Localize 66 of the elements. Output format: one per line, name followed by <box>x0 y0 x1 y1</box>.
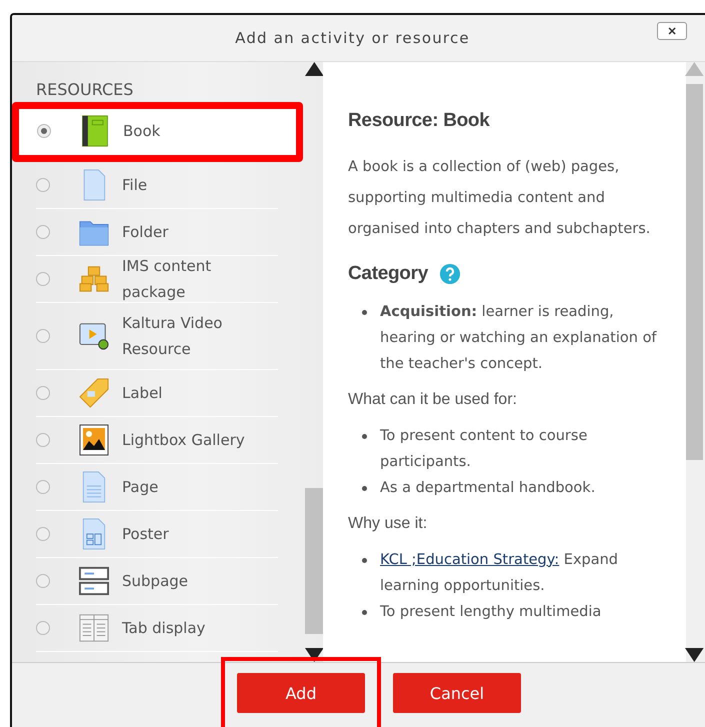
section-label: RESOURCES <box>36 80 134 101</box>
resource-option[interactable]: Lightbox Gallery <box>36 416 278 464</box>
resource-option[interactable]: Label <box>36 370 278 417</box>
table-icon <box>79 612 109 644</box>
bullet-icon <box>362 610 367 615</box>
help-icon[interactable] <box>440 264 460 284</box>
option-label: Folder <box>122 222 170 243</box>
scrollbar[interactable] <box>686 62 703 662</box>
radio-button[interactable] <box>36 620 50 635</box>
dialog-title: Add an activity or resource <box>235 28 470 47</box>
uses-heading: What can it be used for: <box>348 390 518 409</box>
radio-button[interactable] <box>36 178 50 192</box>
option-label: Book <box>123 121 162 142</box>
book-icon <box>80 115 110 148</box>
tag-icon <box>79 376 109 409</box>
option-label: Tab display <box>122 618 206 639</box>
radio-button[interactable] <box>36 526 50 541</box>
option-label: Lightbox Gallery <box>122 430 246 451</box>
radio-button[interactable] <box>36 574 50 588</box>
radio-button[interactable] <box>36 480 50 494</box>
resource-option[interactable]: Kaltura Video Resource <box>36 302 278 370</box>
bullet-icon <box>362 310 367 315</box>
radio-button[interactable] <box>36 224 50 239</box>
resource-option[interactable]: Tab display <box>36 604 278 652</box>
option-label: File <box>122 174 148 196</box>
radio-button[interactable] <box>36 272 50 286</box>
resource-option[interactable]: Book <box>19 108 296 155</box>
resource-option[interactable]: Subpage <box>36 558 278 605</box>
subpage-icon <box>79 564 109 597</box>
bullet-icon <box>362 434 367 439</box>
bullet-icon <box>362 486 367 491</box>
description: A book is a collection of (web) pages, supporting multimedia content and organised into chapters and subchapters. <box>348 158 652 239</box>
option-label: Kaltura Video Resource <box>122 312 224 360</box>
resource-title: Resource: Book <box>348 110 491 132</box>
dialog-button[interactable]: Cancel <box>393 673 521 713</box>
dialog-button[interactable]: Add <box>237 673 365 713</box>
resource-option[interactable]: IMS content package <box>36 256 278 303</box>
bullet-icon <box>362 558 367 563</box>
resource-option[interactable]: Poster <box>36 510 278 558</box>
list-item: To present content to course participants. <box>380 426 588 472</box>
category-text: Acquisition: learner is reading, hearing or watching an explanation of the teacher's concept. <box>380 302 658 374</box>
close-button[interactable]: ✕ <box>657 22 687 40</box>
resource-option[interactable]: Page <box>36 464 278 511</box>
scroll-down-icon[interactable] <box>304 648 324 662</box>
radio-button[interactable] <box>37 124 51 138</box>
scroll-thumb[interactable] <box>686 84 703 460</box>
radio-button[interactable] <box>36 432 50 447</box>
option-label: Page <box>122 476 160 498</box>
image-icon <box>79 424 109 456</box>
option-label: Poster <box>122 524 170 545</box>
scrollbar[interactable] <box>305 62 323 662</box>
resource-option[interactable]: Folder <box>36 208 278 256</box>
list-item: To present lengthy multimedia <box>380 602 602 622</box>
why-heading: Why use it: <box>348 514 428 533</box>
list-item: KCL ;Education Strategy: Expand learning opportunities. <box>380 550 620 596</box>
radio-button[interactable] <box>36 328 50 343</box>
strategy-link[interactable]: KCL ;Education Strategy: <box>380 552 560 568</box>
category-heading: Category <box>348 262 428 285</box>
option-label: Label <box>122 382 164 404</box>
scroll-down-icon[interactable] <box>685 648 704 662</box>
option-label: IMS content package <box>122 256 212 303</box>
scroll-thumb[interactable] <box>305 488 323 634</box>
radio-button[interactable] <box>36 386 50 400</box>
list-item: As a departmental handbook. <box>380 478 596 498</box>
option-label: Subpage <box>122 570 190 592</box>
resource-option[interactable]: File <box>36 162 278 209</box>
